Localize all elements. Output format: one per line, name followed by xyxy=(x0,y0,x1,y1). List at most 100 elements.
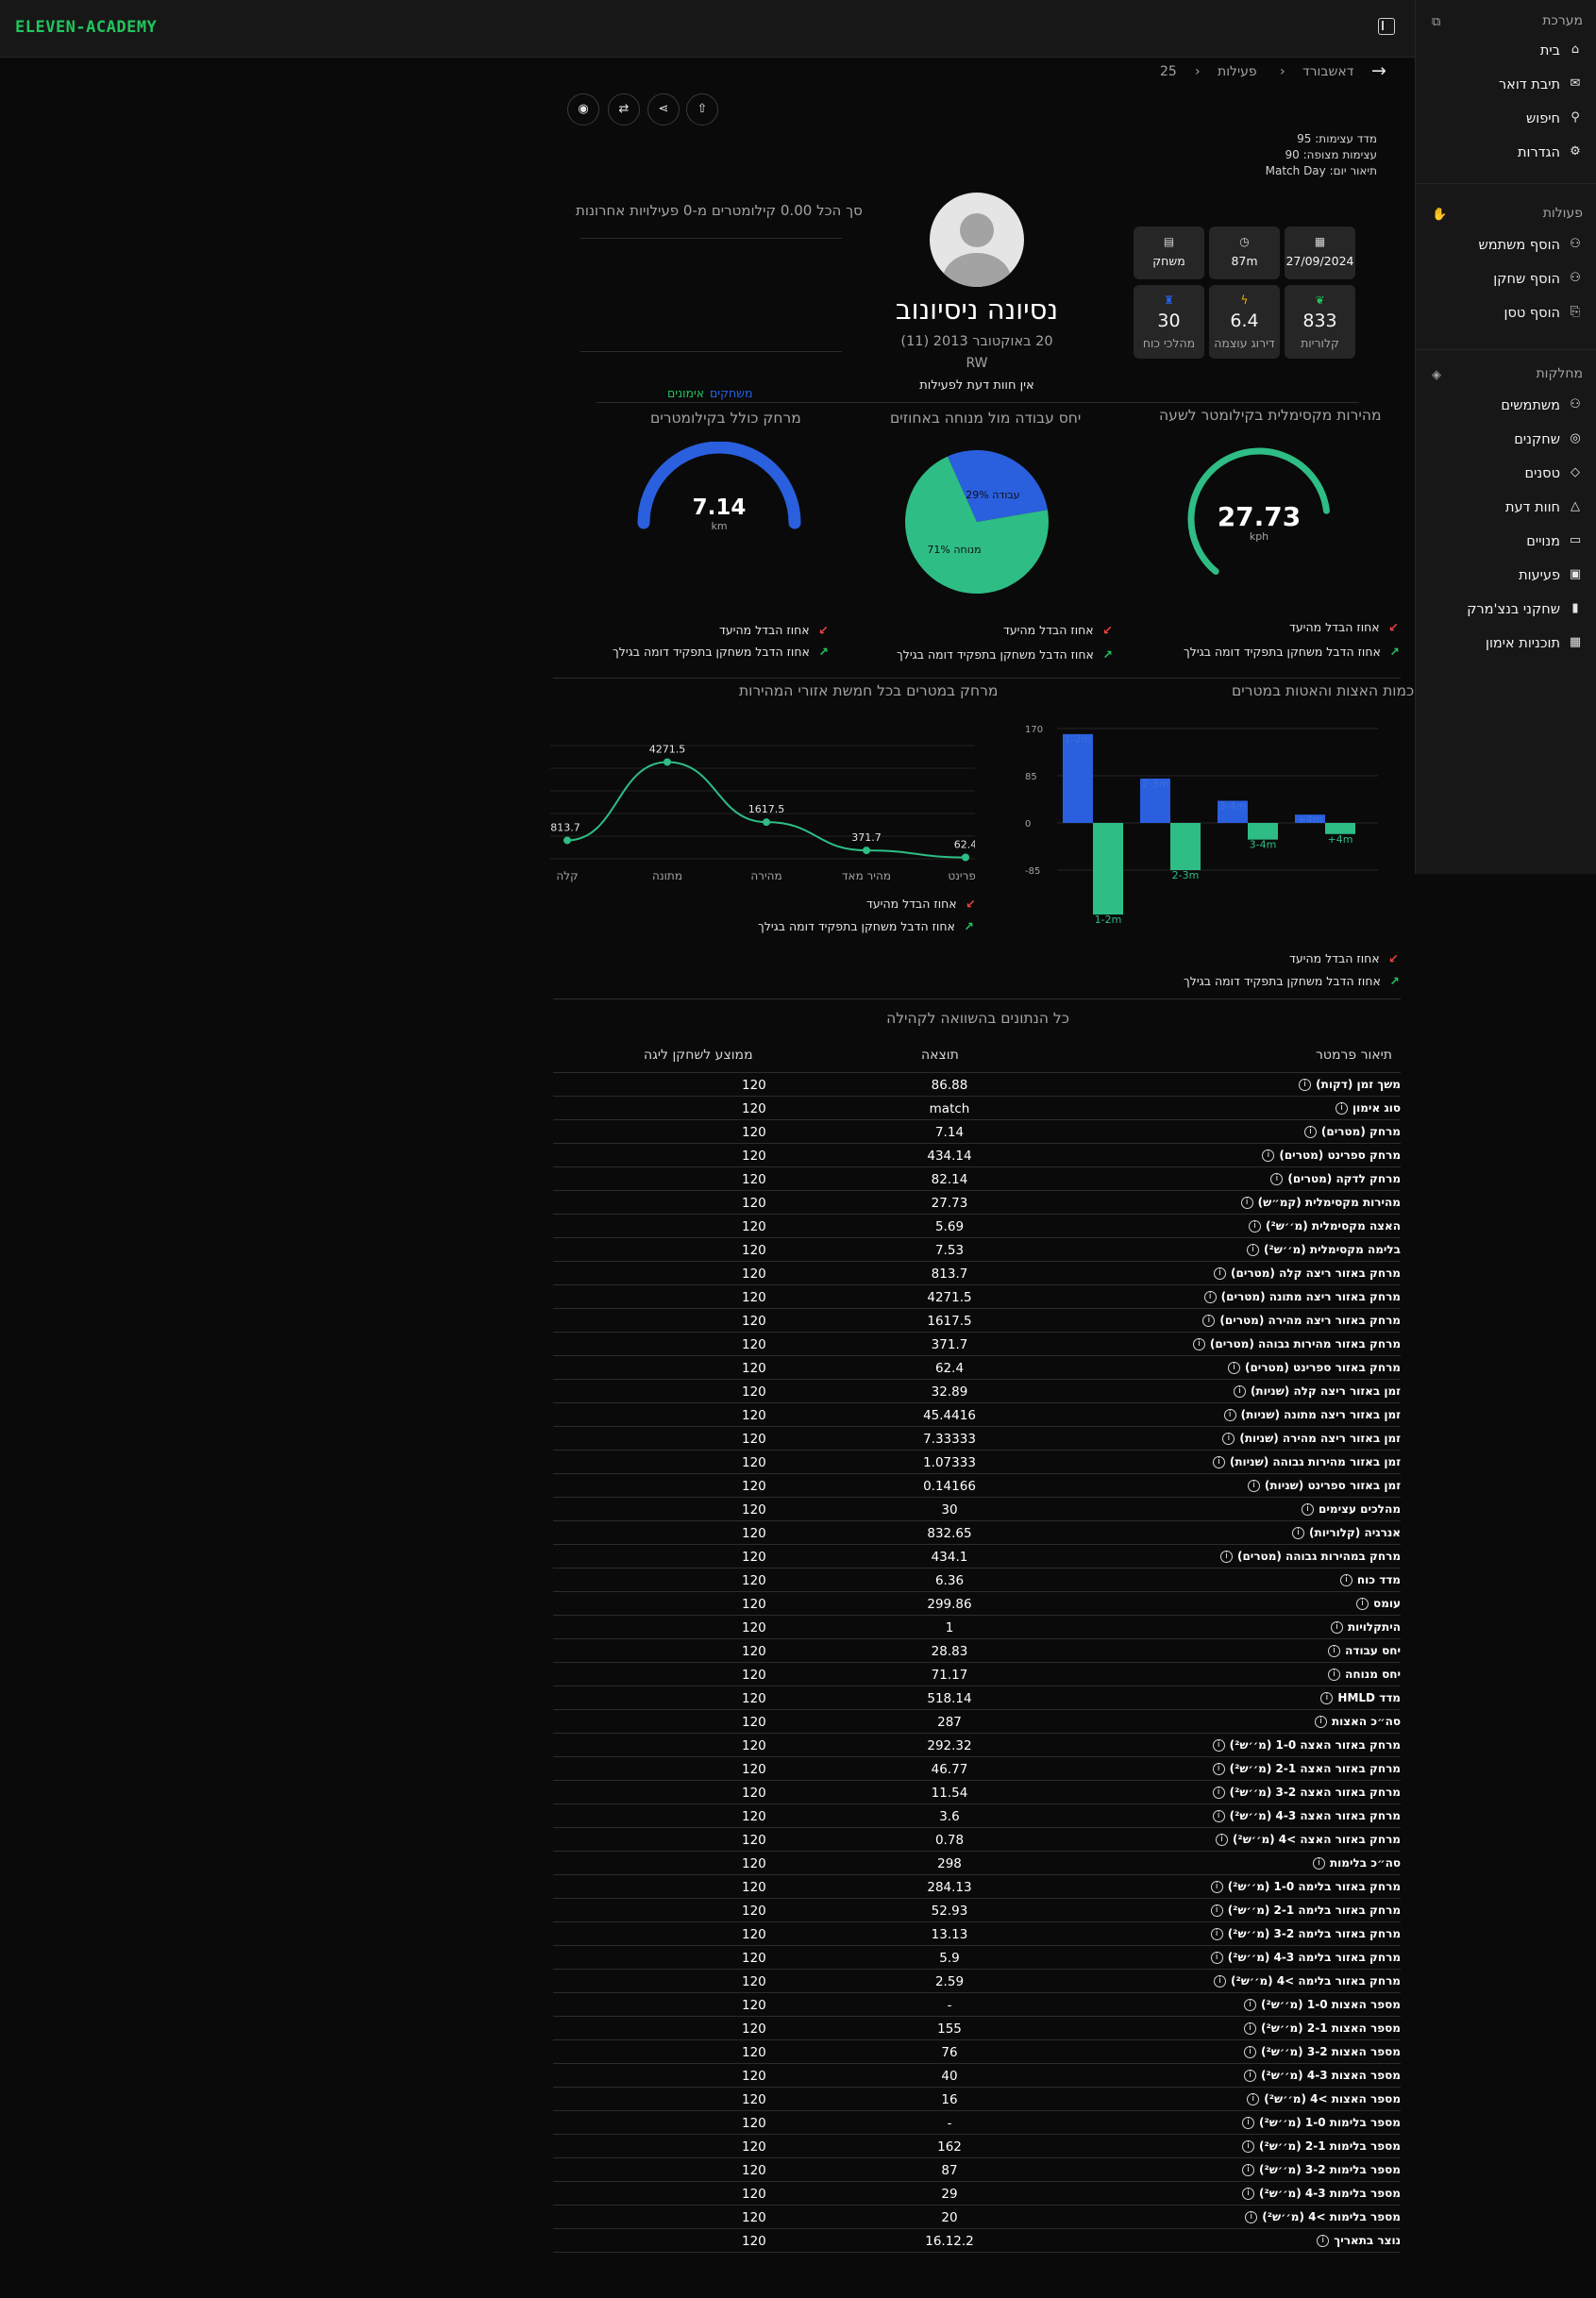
info-icon[interactable]: i xyxy=(1247,1244,1260,1256)
info-icon[interactable]: i xyxy=(1227,1362,1240,1374)
result-cell: 3.6 xyxy=(939,1809,960,1824)
tab-trainings[interactable]: אימונים xyxy=(667,386,704,400)
info-icon[interactable]: i xyxy=(1356,1598,1369,1610)
info-icon[interactable]: i xyxy=(1247,2093,1260,2105)
avatar xyxy=(930,193,1024,287)
sidebar-item-dept-2[interactable]: ◇ טסנים xyxy=(1432,462,1583,487)
table-row: מרחק באזור ריצה מהירה (מטרים)i 1617.5 120 xyxy=(553,1309,1401,1333)
sidebar-item-system-2[interactable]: ⚲ חיפוש xyxy=(1432,108,1583,132)
sidebar-toggle-icon[interactable] xyxy=(1378,18,1395,35)
info-icon[interactable]: i xyxy=(1249,1220,1262,1233)
info-icon[interactable]: i xyxy=(1312,1857,1325,1870)
param-cell: מספר בלימות 3-2 (מ׳׳ש²) i xyxy=(1242,2163,1401,2176)
avg-cell: 120 xyxy=(742,1856,766,1871)
info-icon[interactable]: i xyxy=(1219,1551,1233,1563)
sidebar-item-action-0[interactable]: ⚇ הוסף משתמש xyxy=(1432,234,1583,259)
table-row: מדד כוח i 6.36 120 xyxy=(553,1568,1401,1592)
info-icon[interactable]: i xyxy=(1262,1149,1275,1162)
param-cell: זמן באזור ספרינט (שניות) i xyxy=(1247,1479,1401,1492)
avg-cell: 120 xyxy=(742,1266,766,1282)
param-label: מספר בלימות >4 (מ׳׳ש²) xyxy=(1262,2210,1401,2223)
info-icon[interactable]: i xyxy=(1223,1409,1236,1421)
info-icon[interactable]: i xyxy=(1213,1975,1226,1988)
info-icon[interactable]: i xyxy=(1244,2046,1256,2058)
info-icon[interactable]: i xyxy=(1328,1645,1341,1657)
tab-games[interactable]: משחקים xyxy=(710,386,752,400)
sidebar-item-dept-4[interactable]: ▭ מנויים xyxy=(1432,530,1583,555)
info-icon[interactable]: i xyxy=(1210,1904,1223,1917)
sidebar-item-system-1[interactable]: ✉ תיבת דואר xyxy=(1432,74,1583,98)
info-icon[interactable]: i xyxy=(1212,1810,1225,1822)
param-cell: עומס i xyxy=(1356,1597,1401,1610)
share-button[interactable]: ⋖ xyxy=(647,93,680,126)
avg-cell: 120 xyxy=(742,2139,766,2155)
sidebar-item-dept-3[interactable]: △ חוות דעת xyxy=(1432,496,1583,521)
sidebar-item-dept-5[interactable]: ▣ פעיעות xyxy=(1432,564,1583,589)
info-icon[interactable]: i xyxy=(1328,1669,1341,1681)
sidebar-item-action-1[interactable]: ⚇ הוסף שחקן xyxy=(1432,268,1583,293)
info-icon[interactable]: i xyxy=(1244,1999,1256,2011)
info-icon[interactable]: i xyxy=(1210,1881,1223,1893)
info-icon[interactable]: i xyxy=(1320,1692,1334,1704)
info-icon[interactable]: i xyxy=(1212,1739,1225,1752)
info-icon[interactable]: i xyxy=(1292,1527,1305,1539)
param-label: מרחק באזור בלימה 2-1 (מ׳׳ש²) xyxy=(1227,1904,1401,1917)
table-row: זמן באזור ריצה קלה (שניות) i 32.89 120 xyxy=(553,1380,1401,1403)
sidebar-item-system-3[interactable]: ⚙ הגדרות xyxy=(1432,142,1583,166)
info-icon[interactable]: i xyxy=(1242,2188,1255,2200)
accel-chart-title: כמות האצות והאטות במטרים xyxy=(1232,682,1415,699)
info-icon[interactable]: i xyxy=(1214,1267,1226,1280)
info-icon[interactable]: i xyxy=(1314,1716,1327,1728)
info-icon[interactable]: i xyxy=(1335,1102,1348,1115)
info-icon[interactable]: i xyxy=(1242,2164,1255,2176)
back-arrow-icon[interactable]: → xyxy=(1371,60,1386,81)
param-cell: מרחק באזור האצה 3-2 (מ׳׳ש²) i xyxy=(1212,1786,1401,1799)
export-button[interactable]: ⇧ xyxy=(686,93,718,126)
breadcrumb-item-dashboard[interactable]: דאשבורד xyxy=(1302,64,1353,79)
header-result: תוצאה xyxy=(921,1048,959,1063)
info-icon[interactable]: i xyxy=(1242,2140,1255,2153)
info-icon[interactable]: i xyxy=(1192,1338,1205,1350)
info-icon[interactable]: i xyxy=(1212,1786,1225,1799)
info-icon[interactable]: i xyxy=(1210,1928,1223,1940)
info-icon[interactable]: i xyxy=(1202,1315,1216,1327)
breadcrumb-item-activity[interactable]: פעילות xyxy=(1218,64,1257,79)
info-icon[interactable]: i xyxy=(1242,2117,1255,2129)
arrow-up-right-icon: ↗ xyxy=(964,919,974,933)
compare-button[interactable]: ⇄ xyxy=(608,93,640,126)
table-row: מספר האצות 3-2 (מ׳׳ש²) i 76 120 xyxy=(553,2040,1401,2064)
sidebar-item-dept-0[interactable]: ⚇ משתמשים xyxy=(1432,394,1583,419)
table-row: מרחק באזור האצה 3-2 (מ׳׳ש²) i 11.54 120 xyxy=(553,1781,1401,1804)
avg-cell: 120 xyxy=(742,1715,766,1730)
info-icon[interactable]: i xyxy=(1233,1385,1246,1398)
expected-intensity: עצימות מצופה: 90 xyxy=(1285,148,1377,161)
sidebar-item-dept-1[interactable]: ◎ שחקנים xyxy=(1432,428,1583,453)
sidebar-item-system-0[interactable]: ⌂ בית xyxy=(1432,40,1583,64)
table-row: סה״כ בלימות i 298 120 xyxy=(553,1852,1401,1875)
sidebar-item-dept-6[interactable]: ▮ שחקני בנצ'מרק xyxy=(1432,598,1583,623)
sidebar-item-dept-7[interactable]: ▦ תוכניות אימון xyxy=(1432,632,1583,657)
app-logo[interactable]: ELEVEN-ACADEMY xyxy=(15,18,157,37)
info-icon[interactable]: i xyxy=(1247,1480,1260,1492)
param-cell: זמן באזור ריצה מהירה (שניות) i xyxy=(1222,1432,1401,1445)
info-icon[interactable]: i xyxy=(1215,1834,1228,1846)
info-icon[interactable]: i xyxy=(1270,1173,1284,1185)
info-icon[interactable]: i xyxy=(1339,1574,1352,1586)
sidebar-item-action-2[interactable]: ⎘ הוסף טסן xyxy=(1432,302,1583,327)
info-icon[interactable]: i xyxy=(1244,2070,1256,2082)
info-icon[interactable]: i xyxy=(1240,1197,1253,1209)
monitor-icon[interactable]: ⧉ xyxy=(1432,15,1440,29)
info-icon[interactable]: i xyxy=(1299,1079,1312,1091)
camera-button[interactable]: ◉ xyxy=(567,93,599,126)
info-icon[interactable]: i xyxy=(1203,1291,1217,1303)
info-icon[interactable]: i xyxy=(1302,1503,1315,1516)
info-icon[interactable]: i xyxy=(1210,1952,1223,1964)
info-icon[interactable]: i xyxy=(1330,1621,1343,1634)
info-icon[interactable]: i xyxy=(1212,1456,1225,1468)
info-icon[interactable]: i xyxy=(1317,2235,1330,2247)
info-icon[interactable]: i xyxy=(1303,1126,1317,1138)
info-icon[interactable]: i xyxy=(1222,1433,1235,1445)
info-icon[interactable]: i xyxy=(1244,2022,1256,2035)
info-icon[interactable]: i xyxy=(1245,2211,1258,2223)
info-icon[interactable]: i xyxy=(1212,1763,1225,1775)
